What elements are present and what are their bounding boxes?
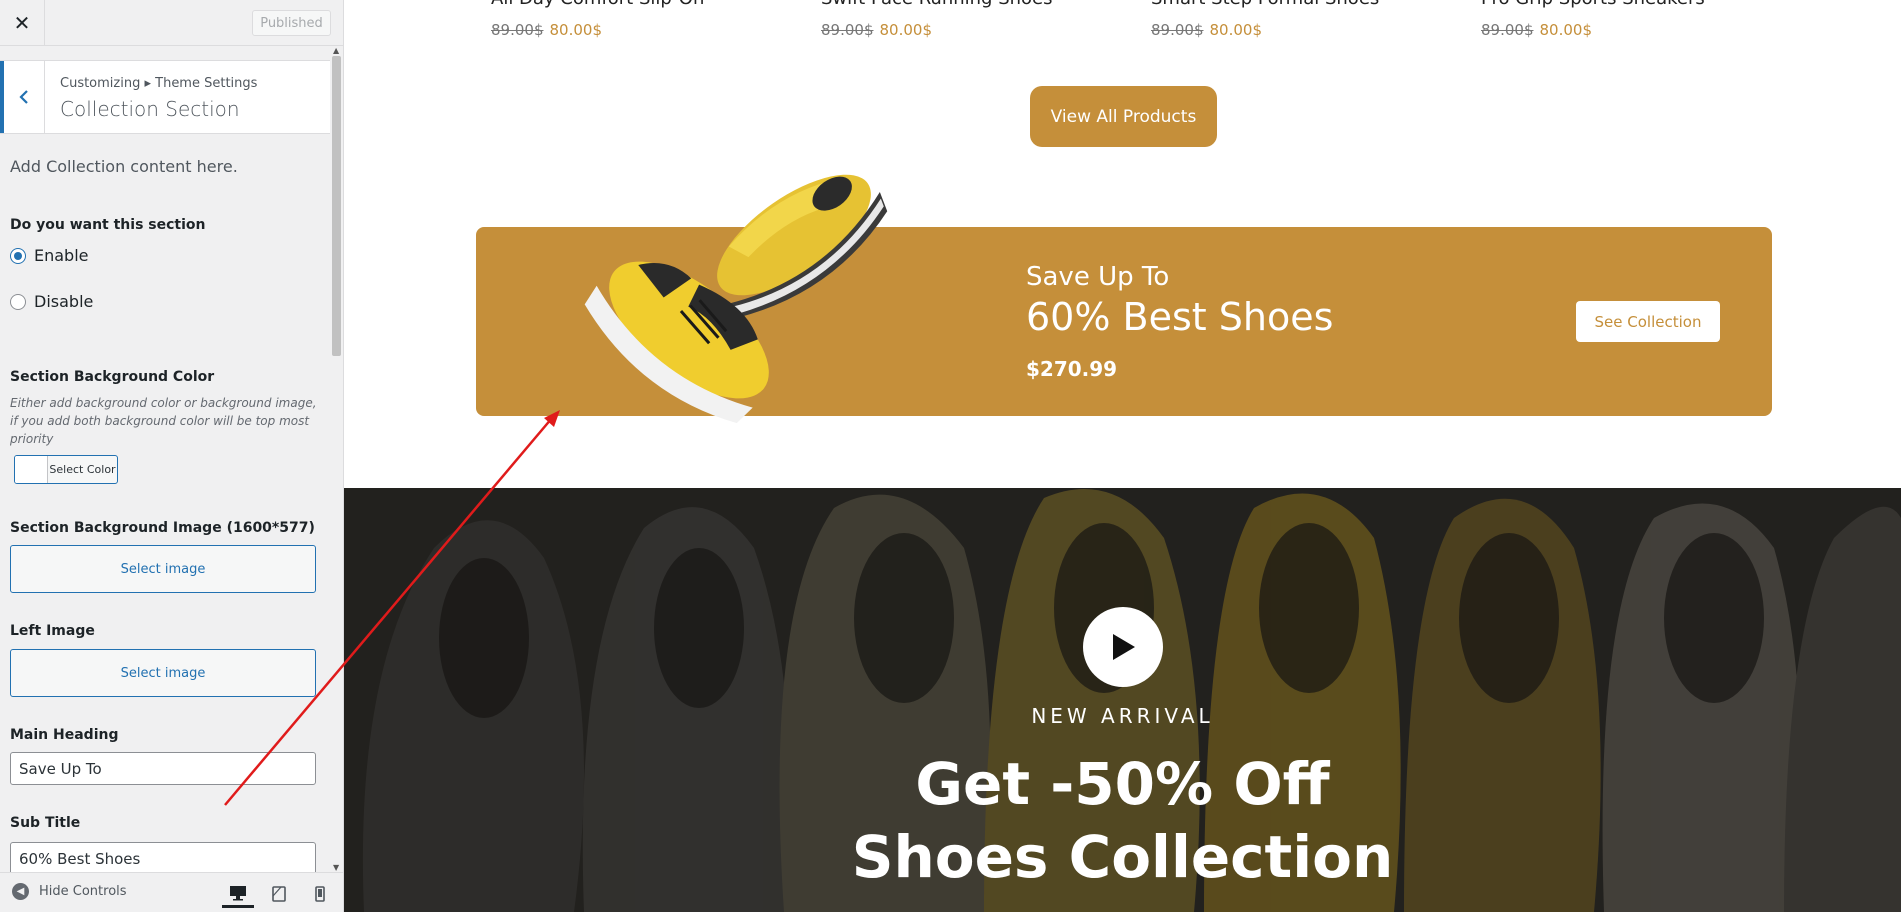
new-price: 80.00$ [1209, 21, 1263, 39]
new-price: 80.00$ [1539, 21, 1593, 39]
section-header: Customizing ▸ Theme Settings Collection … [0, 60, 330, 134]
bg-image-label: Section Background Image (1600*577) [10, 520, 315, 536]
scroll-down-icon[interactable]: ▼ [333, 863, 339, 872]
sub-title-label: Sub Title [10, 815, 81, 831]
old-price: 89.00$ [821, 21, 874, 39]
breadcrumb: Customizing ▸ Theme Settings [60, 76, 258, 91]
new-arrival-hero: NEW ARRIVAL Get -50% Off Shoes Collectio… [344, 488, 1901, 912]
product-name[interactable]: Pro Grip Sports Sneakers [1481, 0, 1705, 9]
scroll-thumb[interactable] [332, 56, 341, 356]
radio-enable[interactable]: Enable [10, 246, 89, 265]
bg-color-label: Section Background Color [10, 369, 215, 385]
scroll-up-icon[interactable]: ▲ [333, 46, 339, 55]
play-video-button[interactable] [1083, 607, 1163, 687]
new-price: 80.00$ [879, 21, 933, 39]
banner-subtitle: 60% Best Shoes [1026, 295, 1334, 339]
site-preview: All Day Comfort Slip-On 89.00$ 80.00$ Swi… [344, 0, 1901, 912]
banner-heading: Save Up To [1026, 262, 1170, 292]
product-name[interactable]: Smart Step Formal Shoes [1151, 0, 1379, 9]
yellow-sneakers-image [584, 174, 888, 424]
mobile-preview-icon[interactable] [304, 880, 336, 908]
radio-disable-label: Disable [34, 292, 94, 311]
main-heading-input[interactable] [10, 752, 316, 785]
new-arrival-label: NEW ARRIVAL [1031, 704, 1214, 728]
enable-question-label: Do you want this section [10, 217, 206, 233]
sidebar-scrollbar[interactable]: ▲ ▼ [330, 46, 343, 872]
customizer-footer: ◀ Hide Controls [0, 872, 343, 912]
play-icon [1113, 634, 1135, 660]
hide-controls-icon: ◀ [12, 883, 29, 900]
product-price: 89.00$ 80.00$ [491, 21, 602, 39]
select-left-image-button[interactable]: Select image [10, 649, 316, 697]
select-color-button[interactable]: Select Color [14, 455, 118, 484]
view-all-products-button[interactable]: View All Products [1030, 86, 1217, 147]
product-price: 89.00$ 80.00$ [1481, 21, 1592, 39]
customizer-top-bar: ✕ Published [0, 0, 343, 46]
published-button[interactable]: Published [252, 10, 331, 36]
main-heading-label: Main Heading [10, 727, 119, 743]
desktop-preview-icon[interactable] [222, 880, 254, 908]
sub-title-input[interactable] [10, 842, 316, 875]
product-name[interactable]: Swift Pace Running Shoes [821, 0, 1053, 9]
product-price: 89.00$ 80.00$ [1151, 21, 1262, 39]
see-collection-button[interactable]: See Collection [1576, 301, 1720, 342]
radio-disable-input[interactable] [10, 293, 26, 310]
product-name[interactable]: All Day Comfort Slip-On [491, 0, 704, 9]
color-swatch [15, 456, 48, 483]
radio-disable[interactable]: Disable [10, 292, 93, 311]
select-color-label: Select Color [49, 463, 116, 476]
tablet-preview-icon[interactable] [263, 880, 295, 908]
section-title: Collection Section [60, 97, 240, 121]
radio-enable-label: Enable [34, 246, 89, 265]
old-price: 89.00$ [491, 21, 544, 39]
banner-price: $270.99 [1026, 357, 1118, 381]
section-description: Add Collection content here. [10, 157, 238, 176]
bg-color-help: Either add background color or backgroun… [10, 396, 317, 446]
select-bg-image-button[interactable]: Select image [10, 545, 316, 593]
close-icon[interactable]: ✕ [0, 0, 45, 45]
new-price: 80.00$ [549, 21, 603, 39]
old-price: 89.00$ [1481, 21, 1534, 39]
product-price: 89.00$ 80.00$ [821, 21, 932, 39]
old-price: 89.00$ [1151, 21, 1204, 39]
hero-title-line-1: Get -50% Off [915, 750, 1330, 818]
customizer-sidebar: ✕ Published Customizing ▸ Theme Settings… [0, 0, 344, 912]
left-image-label: Left Image [10, 623, 95, 639]
hero-title-line-2: Shoes Collection [851, 823, 1394, 891]
back-chevron-icon[interactable] [0, 61, 45, 133]
hide-controls-label: Hide Controls [39, 884, 127, 899]
hide-controls-button[interactable]: ◀ Hide Controls [12, 883, 127, 900]
radio-enable-input[interactable] [10, 247, 26, 264]
